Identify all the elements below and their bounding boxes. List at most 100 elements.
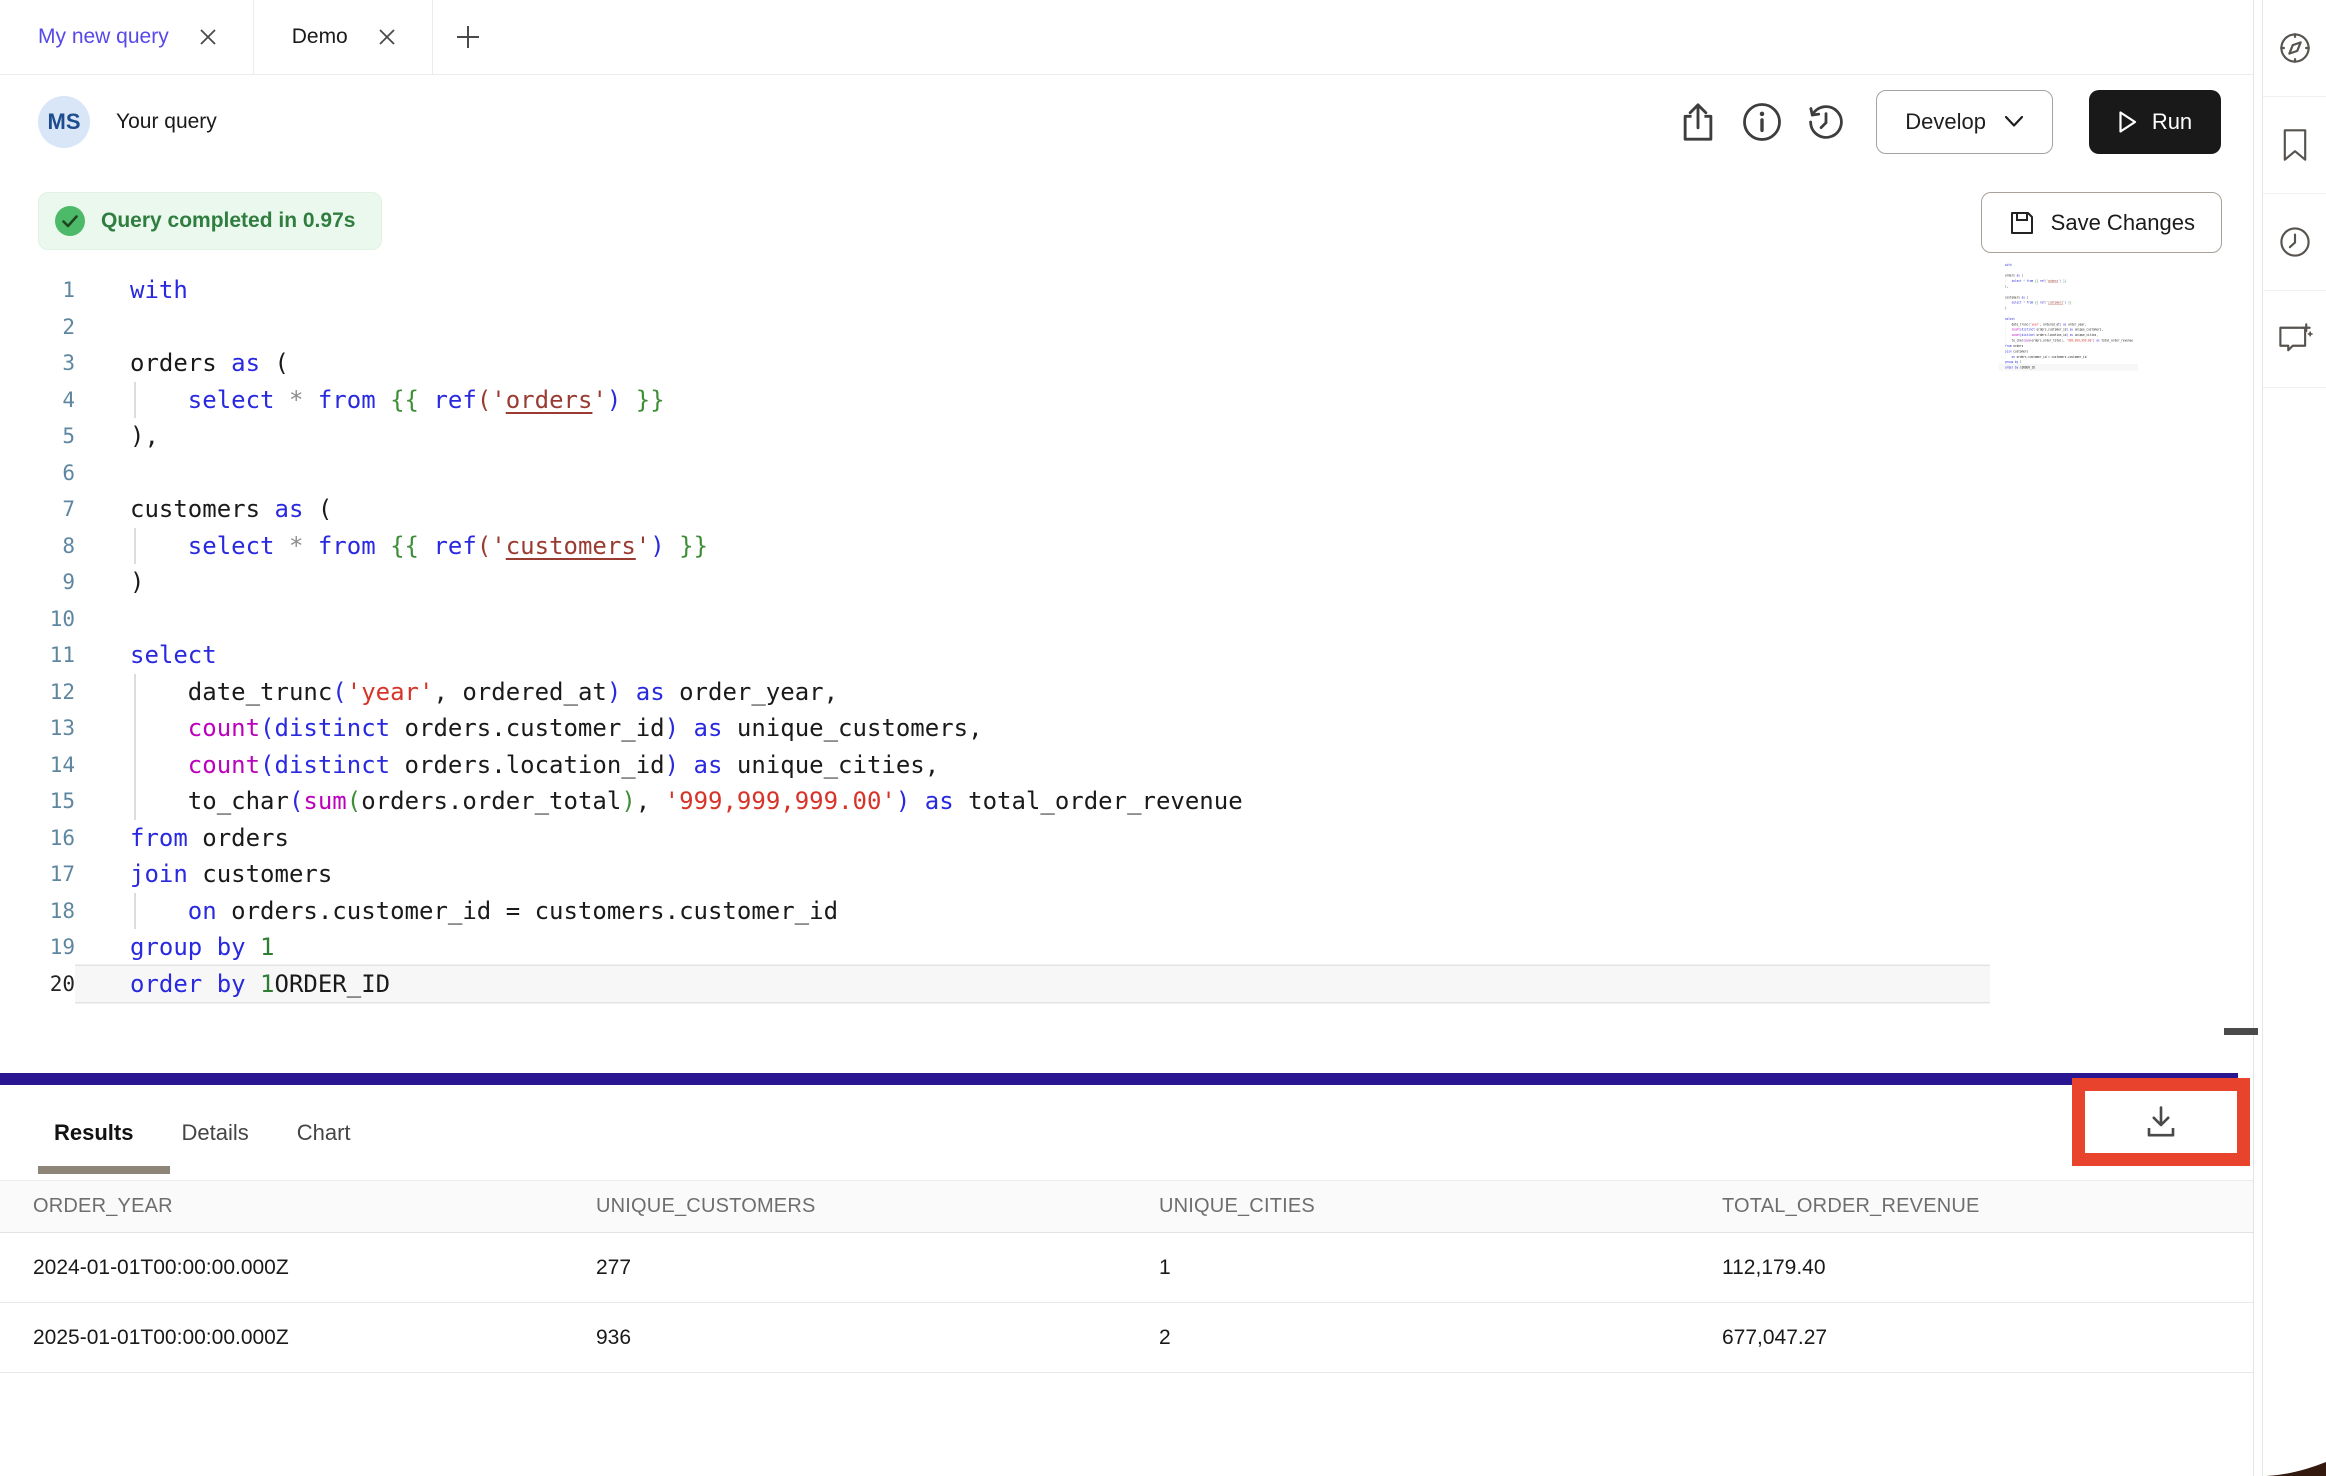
line-number: 13 bbox=[0, 716, 75, 740]
history-icon bbox=[1805, 101, 1847, 143]
line-number: 16 bbox=[0, 826, 75, 850]
panel-splitter[interactable] bbox=[0, 1073, 2238, 1085]
table-cell: 277 bbox=[563, 1256, 1126, 1280]
line-number: 17 bbox=[0, 862, 75, 886]
clock-icon bbox=[2278, 225, 2312, 259]
line-number: 3 bbox=[0, 351, 75, 375]
code-line: 20order by 1ORDER_ID bbox=[1990, 365, 2138, 370]
results-tab-details[interactable]: Details bbox=[181, 1120, 248, 1146]
page-title: Your query bbox=[116, 110, 217, 134]
code-line: 7customers as ( bbox=[0, 491, 2253, 528]
line-number: 9 bbox=[0, 570, 75, 594]
code-line: 16from orders bbox=[0, 820, 2253, 857]
table-row: 2024-01-01T00:00:00.000Z2771112,179.40 bbox=[0, 1233, 2253, 1303]
column-header: TOTAL_ORDER_REVENUE bbox=[1689, 1195, 2252, 1218]
sidebar-item-explore[interactable] bbox=[2263, 0, 2326, 97]
info-button[interactable] bbox=[1738, 98, 1786, 146]
download-button[interactable] bbox=[2143, 1105, 2179, 1139]
line-number: 14 bbox=[0, 753, 75, 777]
run-label: Run bbox=[2152, 109, 2192, 135]
code-line: 15 to_char(sum(orders.order_total), '999… bbox=[0, 783, 2253, 820]
code-line: 10 bbox=[0, 601, 2253, 638]
code-line: 13 count(distinct orders.customer_id) as… bbox=[0, 710, 2253, 747]
status-text: Query completed in 0.97s bbox=[101, 209, 355, 233]
code-line: 12 date_trunc('year', ordered_at) as ord… bbox=[0, 674, 2253, 711]
ai-chat-icon bbox=[2277, 322, 2313, 356]
tab-demo[interactable]: Demo bbox=[254, 0, 433, 74]
line-number: 6 bbox=[0, 461, 75, 485]
download-icon bbox=[2143, 1105, 2179, 1139]
column-header: UNIQUE_CITIES bbox=[1126, 1195, 1689, 1218]
line-number: 1 bbox=[0, 278, 75, 302]
code-line: 3orders as ( bbox=[0, 345, 2253, 382]
plus-icon bbox=[453, 22, 483, 52]
code-line: 6 bbox=[0, 455, 2253, 492]
main-panel: My new query Demo MS Your query bbox=[0, 0, 2254, 1476]
check-icon bbox=[55, 206, 85, 236]
line-number: 5 bbox=[0, 424, 75, 448]
table-cell: 677,047.27 bbox=[1689, 1326, 2252, 1350]
develop-label: Develop bbox=[1905, 109, 1986, 135]
close-icon[interactable] bbox=[372, 22, 402, 52]
line-number: 15 bbox=[0, 789, 75, 813]
results-tab-results[interactable]: Results bbox=[54, 1120, 133, 1146]
code-line: 4 select * from {{ ref('orders') }} bbox=[0, 382, 2253, 419]
history-button[interactable] bbox=[1802, 98, 1850, 146]
close-icon[interactable] bbox=[193, 22, 223, 52]
share-icon bbox=[1678, 100, 1718, 144]
code-area[interactable]: 1with23orders as (4 select * from {{ ref… bbox=[0, 272, 2253, 1002]
results-tab-chart[interactable]: Chart bbox=[297, 1120, 351, 1146]
table-header-row: ORDER_YEARUNIQUE_CUSTOMERSUNIQUE_CITIEST… bbox=[0, 1180, 2253, 1233]
annotation-highlight-rect bbox=[2072, 1078, 2250, 1166]
run-button[interactable]: Run bbox=[2089, 90, 2221, 154]
code-line: 1with bbox=[0, 272, 2253, 309]
line-number: 10 bbox=[0, 607, 75, 631]
app-root: My new query Demo MS Your query bbox=[0, 0, 2326, 1476]
minimap[interactable]: 1with23orders as (4 select * from {{ ref… bbox=[1990, 262, 2138, 384]
line-number: 18 bbox=[0, 899, 75, 923]
avatar: MS bbox=[38, 96, 90, 148]
develop-dropdown[interactable]: Develop bbox=[1876, 90, 2053, 154]
tab-my-new-query[interactable]: My new query bbox=[0, 0, 254, 74]
corner-cursor-artifact bbox=[2266, 1462, 2326, 1476]
code-line: 11select bbox=[0, 637, 2253, 674]
editor-tab-bar: My new query Demo bbox=[0, 0, 2253, 75]
query-header: MS Your query Develop Run bbox=[0, 75, 2253, 168]
status-badge: Query completed in 0.97s bbox=[38, 192, 382, 250]
bookmark-icon bbox=[2280, 128, 2310, 162]
table-cell: 2024-01-01T00:00:00.000Z bbox=[0, 1256, 563, 1280]
sql-editor[interactable]: Query completed in 0.97s Save Changes 1w… bbox=[0, 168, 2253, 1073]
code-line: 5), bbox=[0, 418, 2253, 455]
results-table: ORDER_YEARUNIQUE_CUSTOMERSUNIQUE_CITIEST… bbox=[0, 1180, 2253, 1373]
line-number: 11 bbox=[0, 643, 75, 667]
tab-label: My new query bbox=[38, 25, 169, 49]
code-line: 19group by 1 bbox=[0, 929, 2253, 966]
save-icon bbox=[2008, 209, 2036, 237]
line-number: 4 bbox=[0, 388, 75, 412]
right-sidebar bbox=[2262, 0, 2326, 1476]
save-label: Save Changes bbox=[2051, 210, 2195, 236]
sidebar-item-history[interactable] bbox=[2263, 194, 2326, 291]
new-tab-button[interactable] bbox=[433, 0, 503, 74]
code-line: 9) bbox=[0, 564, 2253, 601]
results-panel: Results Details Chart ORDER_YEARUNIQUE_CUS… bbox=[0, 1085, 2253, 1476]
table-cell: 2025-01-01T00:00:00.000Z bbox=[0, 1326, 563, 1350]
sidebar-item-ai-chat[interactable] bbox=[2263, 291, 2326, 388]
share-button[interactable] bbox=[1674, 98, 1722, 146]
compass-icon bbox=[2278, 31, 2312, 65]
code-line: 20order by 1ORDER_ID bbox=[0, 966, 2253, 1003]
table-row: 2025-01-01T00:00:00.000Z9362677,047.27 bbox=[0, 1303, 2253, 1373]
table-cell: 2 bbox=[1126, 1326, 1689, 1350]
line-number: 7 bbox=[0, 497, 75, 521]
table-cell: 936 bbox=[563, 1326, 1126, 1350]
line-number: 19 bbox=[0, 935, 75, 959]
sidebar-item-bookmarks[interactable] bbox=[2263, 97, 2326, 194]
chevron-down-icon bbox=[2004, 115, 2024, 128]
code-line: 14 count(distinct orders.location_id) as… bbox=[0, 747, 2253, 784]
scrollbar-marker[interactable] bbox=[2224, 1028, 2258, 1035]
column-header: UNIQUE_CUSTOMERS bbox=[563, 1195, 1126, 1218]
code-line: 2 bbox=[0, 309, 2253, 346]
save-changes-button[interactable]: Save Changes bbox=[1981, 192, 2222, 253]
code-line: 17join customers bbox=[0, 856, 2253, 893]
tab-label: Demo bbox=[292, 25, 348, 49]
